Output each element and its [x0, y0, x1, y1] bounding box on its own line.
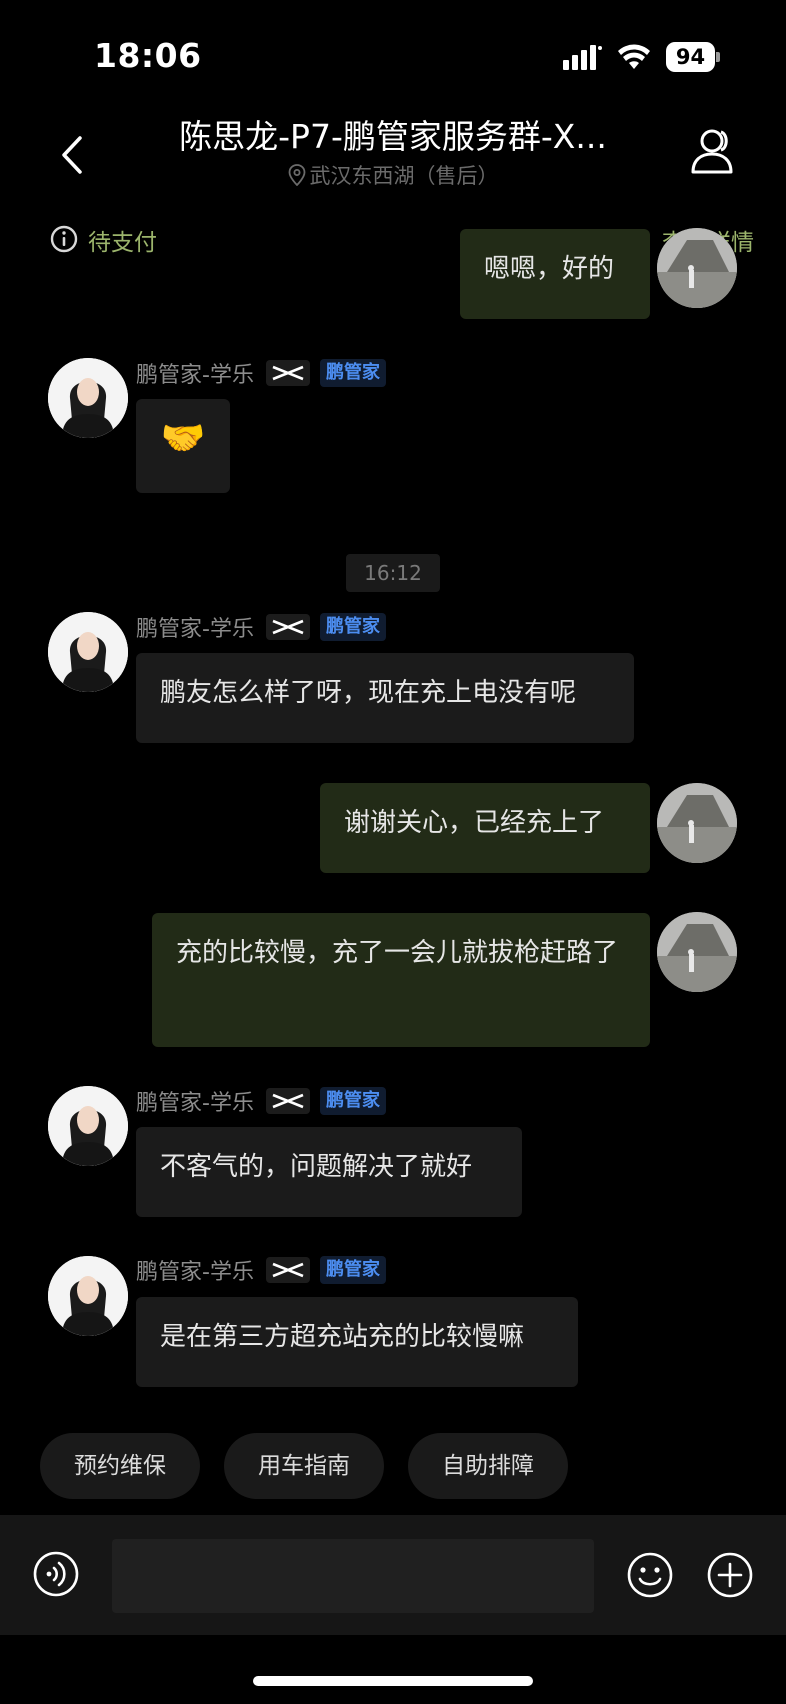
battery-level: 94 — [666, 42, 715, 72]
brand-logo-icon — [265, 1257, 310, 1283]
sender-name: 鹏管家-学乐 — [136, 1260, 254, 1285]
message-bubble-user[interactable]: 充的比较慢，充了一会儿就拔枪赶路了 — [152, 913, 650, 1047]
cellular-signal-icon — [563, 45, 602, 70]
message-bubble-agent[interactable]: 🤝 — [136, 399, 230, 493]
role-badge: 鹏管家 — [319, 613, 386, 641]
avatar[interactable] — [48, 358, 128, 438]
message-bubble-user[interactable]: 嗯嗯，好的 — [460, 229, 650, 319]
chat-header: 陈思龙-P7-鹏管家服务群-X... 武汉东西湖（售后） — [0, 110, 786, 210]
pending-payment-label: 待支付 — [88, 230, 157, 256]
status-bar: 18:06 94 — [0, 0, 786, 110]
message-bubble-agent[interactable]: 鹏友怎么样了呀，现在充上电没有呢 — [136, 653, 634, 743]
plus-circle-icon[interactable] — [706, 1551, 754, 1599]
status-time: 18:06 — [94, 36, 202, 75]
brand-logo-icon — [265, 1088, 310, 1114]
battery-cap — [716, 52, 720, 62]
avatar[interactable] — [657, 228, 737, 308]
sender-row: 鹏管家-学乐 鹏管家 — [136, 357, 386, 389]
home-indicator — [253, 1676, 533, 1686]
info-circle-icon — [50, 225, 78, 253]
quick-action-maintenance[interactable]: 预约维保 — [40, 1433, 200, 1499]
sender-row: 鹏管家-学乐 鹏管家 — [136, 1254, 386, 1286]
avatar[interactable] — [657, 912, 737, 992]
time-divider: 16:12 — [346, 554, 440, 592]
brand-logo-icon — [265, 614, 310, 640]
location-pin-icon — [288, 164, 305, 186]
message-bubble-user[interactable]: 谢谢关心，已经充上了 — [320, 783, 650, 873]
sender-name: 鹏管家-学乐 — [136, 617, 254, 642]
chat-subtitle: 武汉东西湖（售后） — [200, 160, 586, 194]
voice-icon[interactable] — [33, 1551, 79, 1597]
sender-row: 鹏管家-学乐 鹏管家 — [136, 1085, 386, 1117]
role-badge: 鹏管家 — [319, 359, 386, 387]
battery-indicator: 94 — [666, 42, 720, 72]
quick-action-guide[interactable]: 用车指南 — [224, 1433, 384, 1499]
smiley-icon[interactable] — [626, 1551, 674, 1599]
avatar[interactable] — [657, 783, 737, 863]
avatar[interactable] — [48, 1086, 128, 1166]
message-bubble-agent[interactable]: 是在第三方超充站充的比较慢嘛 — [136, 1297, 578, 1387]
chat-title: 陈思龙-P7-鹏管家服务群-X... — [179, 117, 607, 156]
input-bar — [0, 1515, 786, 1635]
brand-logo-icon — [265, 360, 310, 386]
person-icon[interactable] — [690, 126, 736, 176]
sender-name: 鹏管家-学乐 — [136, 1091, 254, 1116]
avatar[interactable] — [48, 612, 128, 692]
message-bubble-agent[interactable]: 不客气的，问题解决了就好 — [136, 1127, 522, 1217]
message-input[interactable] — [112, 1539, 594, 1613]
location-label: 武汉东西湖（售后） — [309, 164, 499, 188]
sender-row: 鹏管家-学乐 鹏管家 — [136, 611, 386, 643]
sender-name: 鹏管家-学乐 — [136, 363, 254, 388]
chevron-left-icon[interactable] — [54, 130, 90, 180]
role-badge: 鹏管家 — [319, 1256, 386, 1284]
role-badge: 鹏管家 — [319, 1087, 386, 1115]
quick-action-troubleshoot[interactable]: 自助排障 — [408, 1433, 568, 1499]
wifi-icon — [618, 44, 650, 69]
avatar[interactable] — [48, 1256, 128, 1336]
